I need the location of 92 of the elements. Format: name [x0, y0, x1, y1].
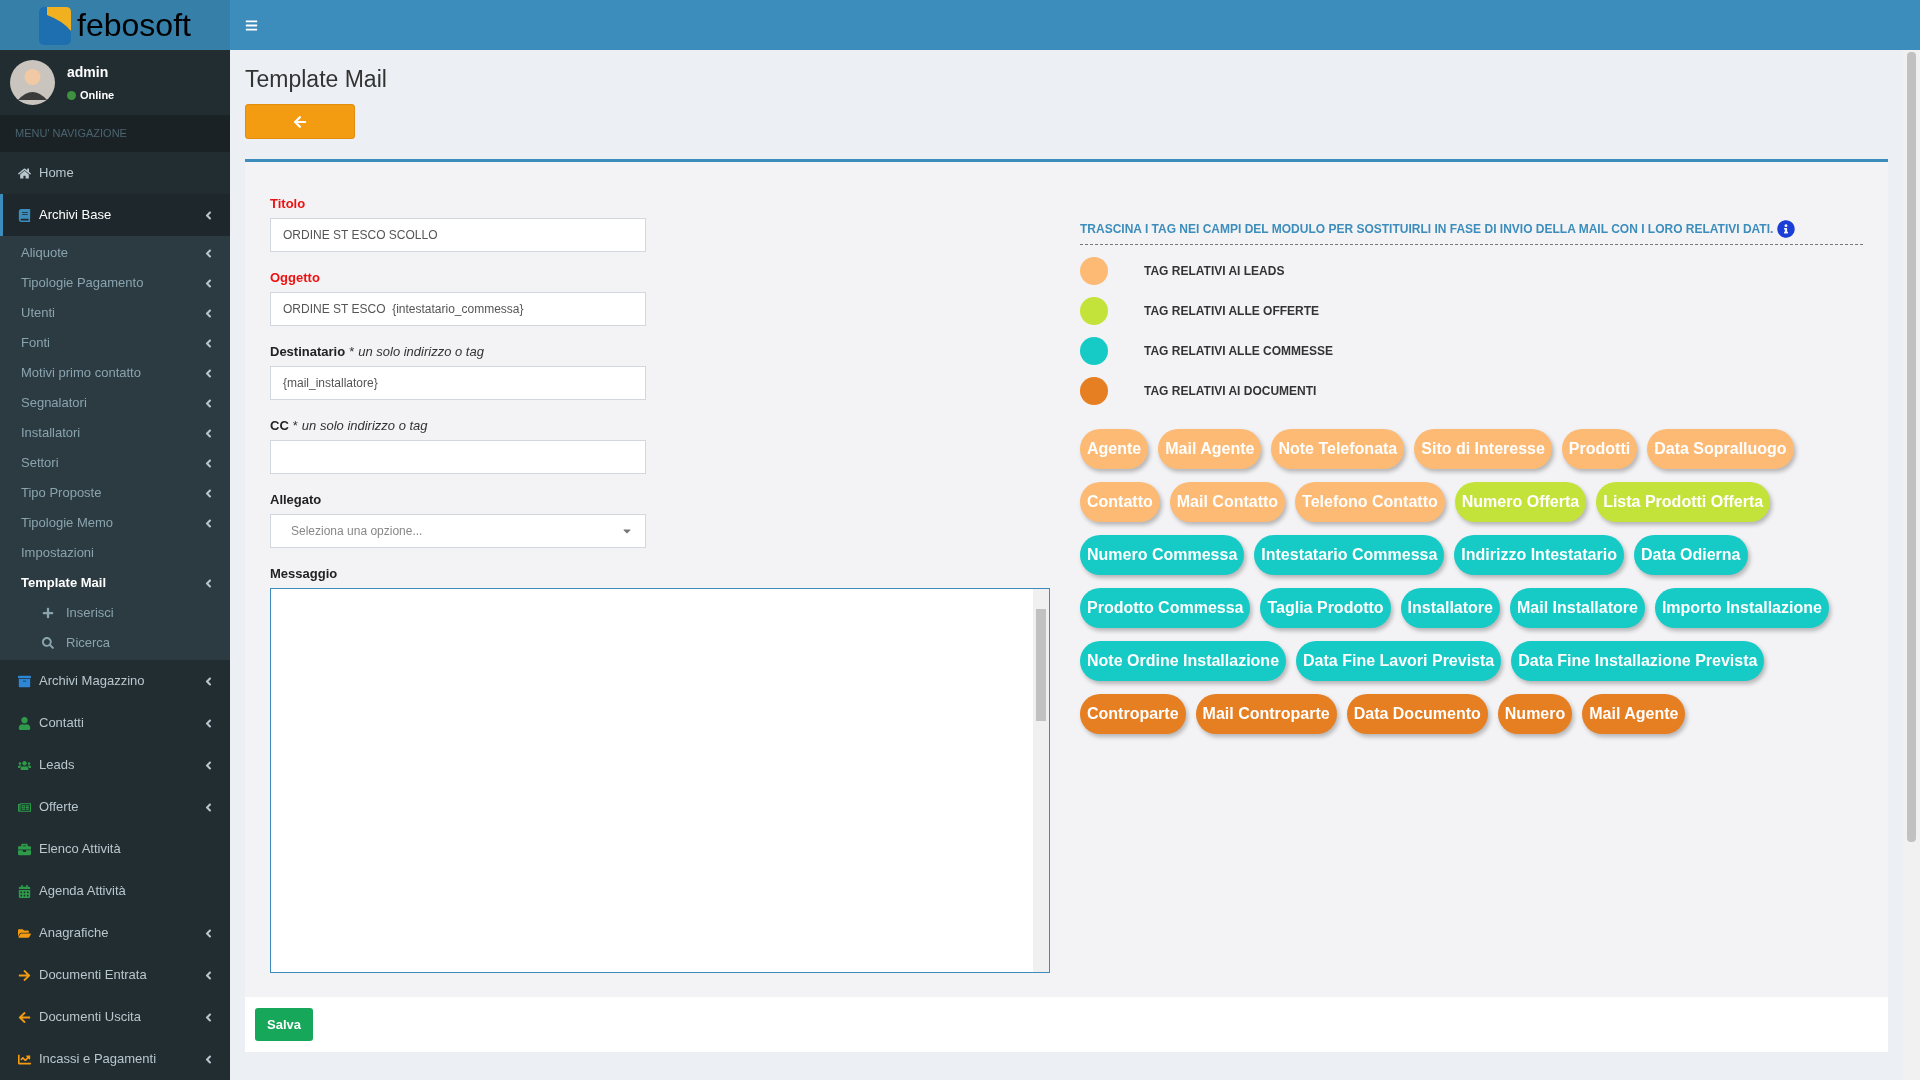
tag-chip[interactable]: Data Odierna: [1633, 535, 1748, 575]
text-field[interactable]: ORDINE ST ESCO {intestatario_commessa}: [270, 292, 646, 326]
menu-item[interactable]: Documenti Uscita: [0, 996, 230, 1038]
submenu-item[interactable]: Installatori: [0, 418, 230, 448]
text-field[interactable]: {mail_installatore}: [270, 366, 646, 400]
page-scrollbar[interactable]: [1903, 50, 1920, 1080]
scrollbar[interactable]: [1033, 589, 1049, 972]
info-icon[interactable]: [1777, 220, 1796, 238]
text-field[interactable]: ORDINE ST ESCO SCOLLO: [270, 218, 646, 252]
submenu-item[interactable]: Tipo Proposte: [0, 478, 230, 508]
arrow-left-icon: [293, 114, 307, 129]
submenu-item[interactable]: Inserisci: [0, 598, 230, 628]
submenu-item[interactable]: Impostazioni: [0, 538, 230, 568]
submenu-item[interactable]: Template Mail: [0, 568, 230, 598]
arrow-left-icon: [18, 1010, 31, 1024]
house-icon: [18, 166, 31, 180]
legend-label: TAG RELATIVI AI DOCUMENTI: [1144, 383, 1317, 400]
user-status: Online: [80, 87, 115, 103]
submenu-item[interactable]: Utenti: [0, 298, 230, 328]
field-label: Destinatario: [270, 343, 346, 361]
logo-icon: [39, 5, 74, 45]
folder-icon: [18, 926, 31, 940]
avatar: [10, 60, 55, 105]
message-field[interactable]: [270, 588, 1050, 973]
field-label: CC: [270, 417, 289, 435]
tag-chip[interactable]: Mail Installatore: [1509, 588, 1645, 628]
tag-chip[interactable]: Indirizzo Intestatario: [1454, 535, 1624, 575]
menu-item[interactable]: Archivi Magazzino: [0, 660, 230, 702]
legend-label: TAG RELATIVI AI LEADS: [1144, 263, 1285, 280]
calendar-icon: [18, 884, 31, 898]
menu-item[interactable]: Agenda Attività: [0, 870, 230, 912]
submenu-item[interactable]: Settori: [0, 448, 230, 478]
menu-heading: MENU' NAVIGAZIONE: [15, 126, 127, 142]
legend-label: TAG RELATIVI ALLE COMMESSE: [1144, 343, 1334, 360]
plus-icon: [42, 607, 54, 619]
menu-item[interactable]: Incassi e Pagamenti: [0, 1038, 230, 1080]
text-field[interactable]: [270, 440, 646, 474]
tag-chip[interactable]: Note Ordine Installazione: [1080, 641, 1287, 681]
menu-item[interactable]: Offerte: [0, 786, 230, 828]
arrow-right-icon: [18, 968, 31, 982]
archive-icon: [18, 674, 31, 688]
required-mark: *: [292, 417, 298, 435]
tag-chip[interactable]: Mail Agente: [1582, 694, 1686, 734]
menu-item[interactable]: Elenco Attività: [0, 828, 230, 870]
chart-icon: [18, 1052, 31, 1066]
submenu-item[interactable]: Aliquote: [0, 238, 230, 268]
tag-chip[interactable]: Taglia Prodotto: [1260, 588, 1391, 628]
field-label: Messaggio: [270, 565, 338, 583]
menu-item[interactable]: Archivi Base: [0, 194, 230, 236]
tag-chip[interactable]: Data Documento: [1346, 694, 1488, 734]
newspaper-icon: [18, 800, 31, 814]
search-icon: [42, 637, 54, 649]
instructions: TRASCINA I TAG NEI CAMPI DEL MODULO PER SOSTITUIRLI IN FASE DI INVIO DELLA MAIL CON I LORO RELATIVI DATI.: [1080, 221, 1774, 238]
menu-item[interactable]: Home: [0, 152, 230, 194]
submenu-item[interactable]: Ricerca: [0, 628, 230, 658]
user-name: admin: [67, 62, 110, 82]
select-field[interactable]: Seleziona una opzione...: [270, 514, 646, 548]
tag-chip[interactable]: Installatore: [1400, 588, 1500, 628]
back-button[interactable]: [245, 104, 355, 139]
tag-chip[interactable]: Data Fine Installazione Prevista: [1511, 641, 1765, 681]
submenu-item[interactable]: Motivi primo contatto: [0, 358, 230, 388]
logo-text: febosoft: [77, 9, 191, 41]
briefcase-icon: [18, 842, 31, 856]
book-icon: [18, 208, 31, 222]
field-note: un solo indirizzo o tag: [301, 417, 428, 435]
users-icon: [18, 758, 31, 772]
user-icon: [18, 716, 31, 730]
menu-item[interactable]: Anagrafiche: [0, 912, 230, 954]
menu-icon[interactable]: [245, 18, 258, 32]
submenu-item[interactable]: Tipologie Memo: [0, 508, 230, 538]
submenu-item[interactable]: Fonti: [0, 328, 230, 358]
menu-item[interactable]: Documenti Entrata: [0, 954, 230, 996]
tag-chip[interactable]: Mail Controparte: [1195, 694, 1337, 734]
tag-chip[interactable]: Numero: [1497, 694, 1573, 734]
field-label: Oggetto: [270, 269, 320, 287]
page-title: Template Mail: [245, 65, 388, 94]
tag-chip[interactable]: Intestatario Commessa: [1254, 535, 1445, 575]
menu-item[interactable]: Contatti: [0, 702, 230, 744]
submenu-item[interactable]: Tipologie Pagamento: [0, 268, 230, 298]
tag-chip[interactable]: Data Fine Lavori Prevista: [1296, 641, 1502, 681]
tag-chip[interactable]: Prodotto Commessa: [1080, 588, 1251, 628]
tag-chip[interactable]: Importo Installazione: [1654, 588, 1829, 628]
field-note: un solo indirizzo o tag: [358, 343, 484, 361]
field-label: Allegato: [270, 491, 322, 509]
tag-chip[interactable]: Numero Commessa: [1080, 535, 1245, 575]
submenu-item[interactable]: Segnalatori: [0, 388, 230, 418]
tag-chip[interactable]: Controparte: [1080, 694, 1186, 734]
save-button[interactable]: Salva: [255, 1008, 313, 1041]
field-label: Titolo: [270, 195, 306, 213]
legend-label: TAG RELATIVI ALLE OFFERTE: [1144, 303, 1320, 320]
menu-item[interactable]: Leads: [0, 744, 230, 786]
required-mark: *: [349, 343, 355, 361]
